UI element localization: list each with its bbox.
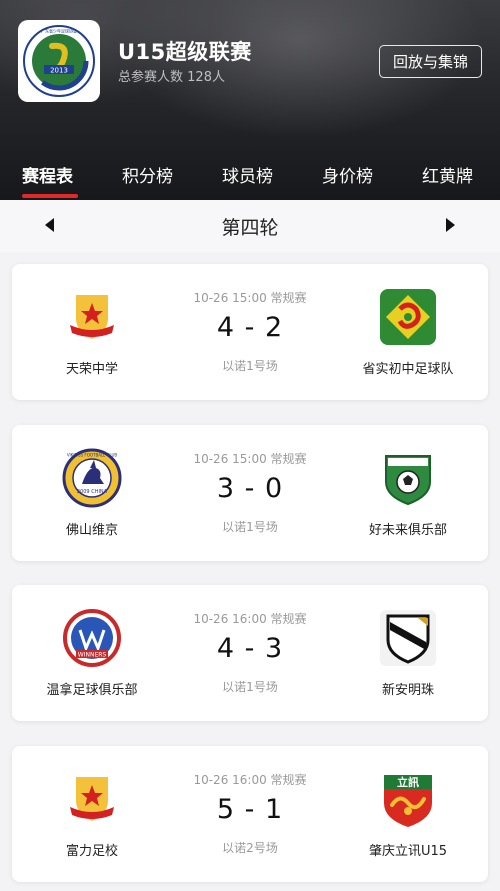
league-logo-text: 广东省少年足球协会 xyxy=(41,28,77,34)
away-team[interactable]: 省实初中足球队 xyxy=(338,286,478,377)
next-round-icon[interactable] xyxy=(446,218,455,232)
home-team[interactable]: VIKINGS FOOTBALL CLUB 2009 CHINA 佛山维京 xyxy=(22,447,162,538)
league-badge-icon: 2013 广东省少年足球协会 xyxy=(23,25,95,97)
winners-crest-logo-icon: WINNERS xyxy=(61,607,123,669)
match-venue: 以诺1号场 xyxy=(222,359,278,373)
vikings-logo-year: 2009 CHINA xyxy=(77,489,108,495)
replay-highlights-button[interactable]: 回放与集锦 xyxy=(379,45,482,78)
match-venue: 以诺1号场 xyxy=(222,680,278,694)
vikings-crest-logo-icon: VIKINGS FOOTBALL CLUB 2009 CHINA xyxy=(61,447,123,509)
home-team-name: 富力足校 xyxy=(65,844,118,859)
active-tab-indicator xyxy=(22,194,78,198)
round-title: 第四轮 xyxy=(221,217,279,239)
tab-standings[interactable]: 积分榜 xyxy=(122,162,173,187)
match-venue: 以诺2号场 xyxy=(222,841,278,855)
home-team-name: 佛山维京 xyxy=(65,523,118,538)
round-navigator: 第四轮 xyxy=(0,200,500,252)
match-score: 3 - 0 xyxy=(216,473,284,504)
lixun-dragon-logo-icon: 立訊 xyxy=(377,768,439,830)
tab-cards[interactable]: 红黄牌 xyxy=(422,162,473,187)
tab-players[interactable]: 球员榜 xyxy=(222,162,273,187)
match-card[interactable]: 富力足校 10-26 16:00 常规赛 5 - 1 以诺2号场 立訊 肇庆立讯… xyxy=(12,746,488,882)
tab-value[interactable]: 身价榜 xyxy=(322,162,373,187)
participants-count: 128人 xyxy=(187,70,225,85)
match-time: 10-26 16:00 常规赛 xyxy=(193,612,307,626)
match-card[interactable]: 天荣中学 10-26 15:00 常规赛 4 - 2 以诺1号场 省实初中足球队 xyxy=(12,264,488,400)
tab-schedule[interactable]: 赛程表 xyxy=(22,162,73,187)
away-team[interactable]: 立訊 肇庆立讯U15 xyxy=(338,768,478,859)
match-score: 4 - 3 xyxy=(216,633,284,664)
home-team[interactable]: 天荣中学 xyxy=(22,286,162,377)
match-venue: 以诺1号场 xyxy=(222,520,278,534)
league-logo: 2013 广东省少年足球协会 xyxy=(18,20,100,102)
away-team[interactable]: 好未来俱乐部 xyxy=(338,447,478,538)
away-team-name: 肇庆立讯U15 xyxy=(368,844,448,859)
match-card[interactable]: VIKINGS FOOTBALL CLUB 2009 CHINA 佛山维京 10… xyxy=(12,425,488,561)
away-team-name: 新安明珠 xyxy=(381,683,434,698)
away-team-name: 省实初中足球队 xyxy=(362,362,454,377)
match-score: 5 - 1 xyxy=(216,794,284,825)
shield-ball-logo-icon xyxy=(377,447,439,509)
match-score: 4 - 2 xyxy=(216,312,284,343)
league-title: U15超级联赛 xyxy=(118,40,252,64)
match-time: 10-26 15:00 常规赛 xyxy=(193,452,307,466)
vikings-logo-text: VIKINGS FOOTBALL CLUB xyxy=(67,452,118,457)
participants-info: 总参赛人数 128人 xyxy=(118,66,225,85)
home-team[interactable]: WINNERS 温拿足球俱乐部 xyxy=(22,607,162,698)
participants-label: 总参赛人数 xyxy=(118,70,184,85)
shield-star-logo-icon xyxy=(61,286,123,348)
green-emblem-logo-icon xyxy=(377,286,439,348)
match-time: 10-26 15:00 常规赛 xyxy=(193,291,307,305)
match-time: 10-26 16:00 常规赛 xyxy=(193,773,307,787)
lixun-logo-text: 立訊 xyxy=(397,775,419,789)
tab-bar: 赛程表 积分榜 球员榜 身价榜 红黄牌 xyxy=(0,148,500,200)
home-team[interactable]: 富力足校 xyxy=(22,768,162,859)
away-team[interactable]: 新安明珠 xyxy=(338,607,478,698)
shield-star-logo-icon xyxy=(61,768,123,830)
league-header: 2013 广东省少年足球协会 U15超级联赛 总参赛人数 128人 回放与集锦 … xyxy=(0,0,500,200)
black-white-shield-logo-icon xyxy=(377,607,439,669)
winners-logo-text: WINNERS xyxy=(78,652,107,659)
home-team-name: 天荣中学 xyxy=(65,362,118,377)
league-logo-year: 2013 xyxy=(50,67,68,75)
home-team-name: 温拿足球俱乐部 xyxy=(46,683,138,698)
match-card[interactable]: WINNERS 温拿足球俱乐部 10-26 16:00 常规赛 4 - 3 以诺… xyxy=(12,585,488,721)
away-team-name: 好未来俱乐部 xyxy=(368,523,447,538)
